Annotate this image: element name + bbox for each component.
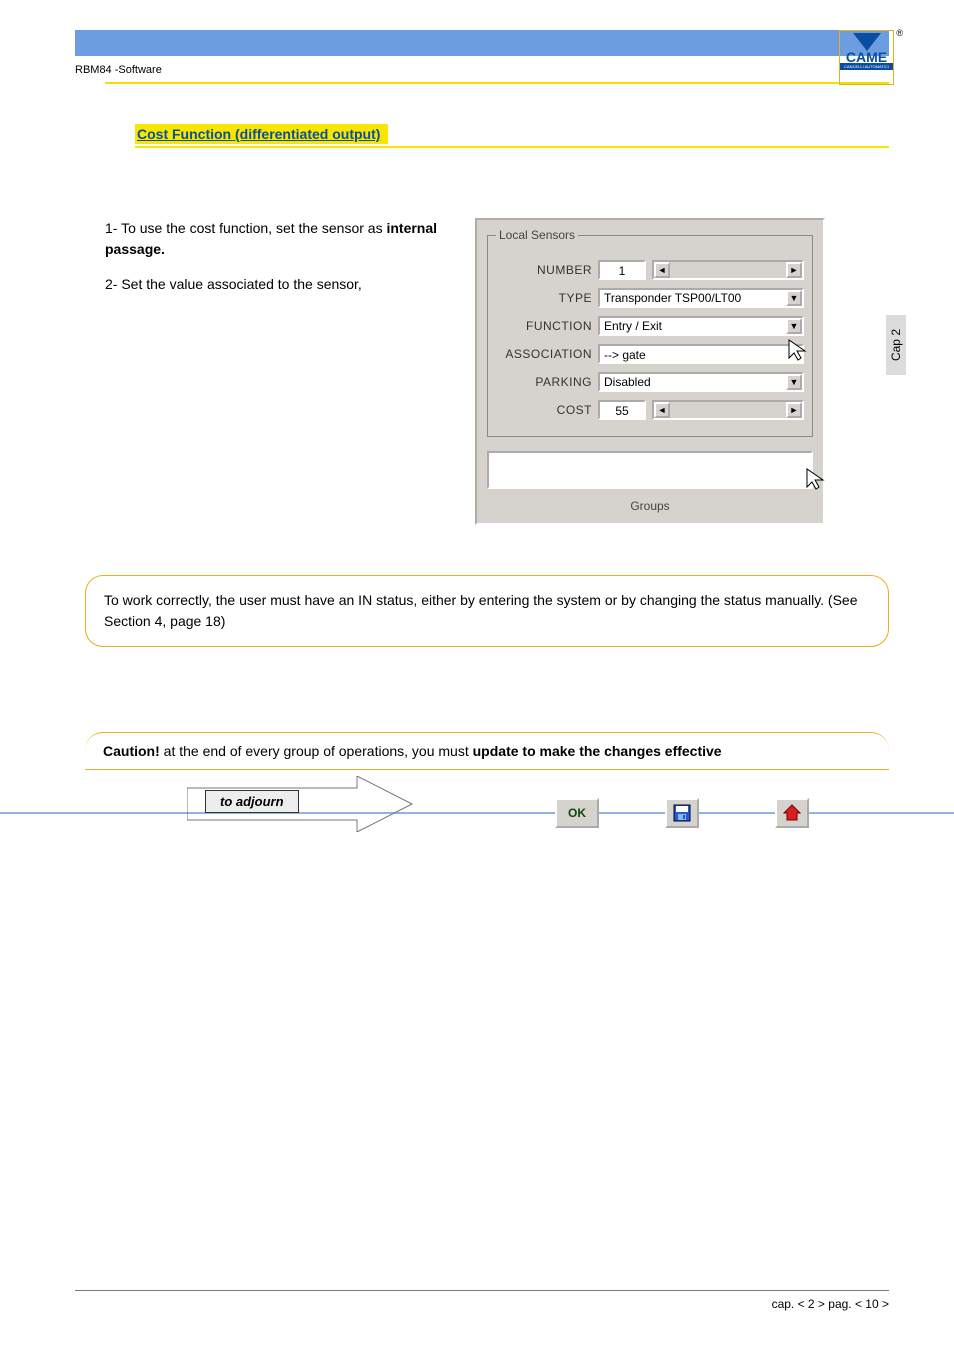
floppy-icon — [673, 804, 691, 822]
type-row: TYPE Transponder TSP00/LT00 ▼ — [496, 288, 804, 308]
function-row: FUNCTION Entry / Exit ▼ — [496, 316, 804, 336]
chevron-down-icon[interactable]: ▼ — [786, 374, 802, 390]
header-underline — [105, 82, 889, 84]
groups-label: Groups — [487, 499, 813, 513]
local-sensors-dialog: Local Sensors NUMBER 1 ◄ ► TYPE Transpon… — [475, 218, 825, 525]
parking-label: PARKING — [496, 375, 592, 389]
section-underline — [135, 146, 889, 148]
adjourn-callout: to adjourn — [205, 790, 299, 813]
came-logo: ® CAME CANCELLI AUTOMATICI — [839, 30, 894, 85]
cost-scroll[interactable]: ◄ ► — [652, 400, 804, 420]
divider-line — [0, 812, 954, 814]
chevron-down-icon[interactable]: ▼ — [786, 290, 802, 306]
ok-button[interactable]: OK — [555, 798, 599, 828]
number-row: NUMBER 1 ◄ ► — [496, 260, 804, 280]
association-row: ASSOCIATION --> gate — [496, 344, 804, 364]
save-button[interactable] — [665, 798, 699, 828]
home-icon — [783, 804, 801, 822]
number-label: NUMBER — [496, 263, 592, 277]
parking-combo[interactable]: Disabled ▼ — [598, 372, 804, 392]
cost-row: COST 55 ◄ ► — [496, 400, 804, 420]
number-value[interactable]: 1 — [598, 260, 646, 280]
cursor-icon-2 — [805, 467, 833, 491]
parking-row: PARKING Disabled ▼ — [496, 372, 804, 392]
type-combo[interactable]: Transponder TSP00/LT00 ▼ — [598, 288, 804, 308]
scroll-left-icon[interactable]: ◄ — [654, 402, 670, 418]
top-banner — [75, 30, 889, 56]
chevron-down-icon[interactable]: ▼ — [786, 318, 802, 334]
blank-field — [487, 451, 813, 489]
doc-title: RBM84 -Software — [75, 64, 162, 80]
function-combo[interactable]: Entry / Exit ▼ — [598, 316, 804, 336]
association-field[interactable]: --> gate — [598, 344, 804, 364]
cost-value[interactable]: 55 — [598, 400, 646, 420]
number-scroll[interactable]: ◄ ► — [652, 260, 804, 280]
scroll-right-icon[interactable]: ► — [786, 262, 802, 278]
cursor-icon-1 — [787, 338, 815, 362]
side-tab: Cap 2 — [886, 315, 906, 375]
dialog-legend: Local Sensors — [496, 228, 578, 242]
association-label: ASSOCIATION — [496, 347, 592, 361]
page-footer: cap. < 2 > pag. < 10 > — [75, 1290, 889, 1311]
function-label: FUNCTION — [496, 319, 592, 333]
scroll-left-icon[interactable]: ◄ — [654, 262, 670, 278]
info-note: To work correctly, the user must have an… — [85, 575, 889, 647]
section-title: Cost Function (differentiated output) — [135, 124, 388, 144]
home-button[interactable] — [775, 798, 809, 828]
scroll-right-icon[interactable]: ► — [786, 402, 802, 418]
type-label: TYPE — [496, 291, 592, 305]
cost-label: COST — [496, 403, 592, 417]
instructions-text: 1- To use the cost function, set the sen… — [75, 218, 445, 525]
caution-bar: Caution! at the end of every group of op… — [85, 732, 889, 770]
